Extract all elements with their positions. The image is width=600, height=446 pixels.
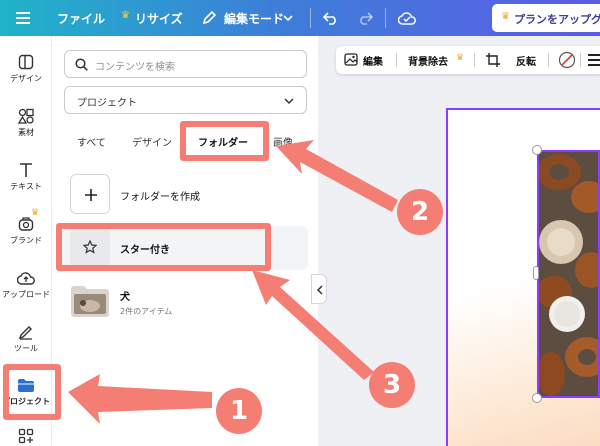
arrow-1 [68,374,212,424]
arrow-2 [276,140,398,212]
step-number-3: 3 [369,362,415,408]
annotation-arrows [68,140,398,424]
step-number-2: 2 [397,189,443,235]
arrow-3 [252,270,374,380]
step-number-1: 1 [216,388,262,434]
